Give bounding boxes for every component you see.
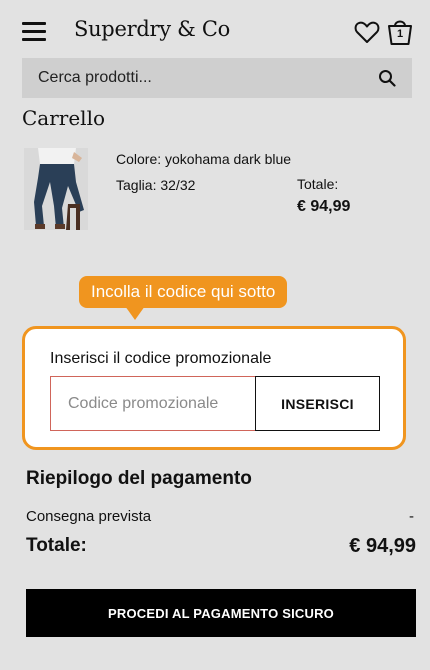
header: Superdry & Co 1 [0,0,430,58]
product-image[interactable] [24,148,88,230]
heart-icon[interactable] [354,20,380,44]
shopping-bag-button[interactable]: 1 [387,18,413,46]
promo-tooltip: Incolla il codice qui sotto [79,276,288,308]
promo-code-input[interactable]: Codice promozionale [50,376,256,431]
promo-code-placeholder: Codice promozionale [68,394,219,412]
apply-promo-button[interactable]: INSERISCI [255,376,380,431]
search-placeholder: Cerca prodotti... [38,69,152,86]
product-color: Colore: yokohama dark blue [116,151,292,167]
delivery-label: Consegna prevista [26,508,152,525]
delivery-value: - [409,508,414,525]
total-value: € 94,99 [349,535,416,557]
product-size: Taglia: 32/32 [116,177,196,193]
search-icon[interactable] [378,69,396,87]
promo-code-box: Inserisci il codice promozionale Codice … [22,326,406,450]
summary-title: Riepilogo del pagamento [26,468,252,489]
tooltip-arrow [125,306,145,320]
product-total-value: € 94,99 [297,198,351,215]
search-input[interactable]: Cerca prodotti... [22,58,412,98]
brand-logo[interactable]: Superdry & Co [74,17,230,41]
promo-code-label: Inserisci il codice promozionale [50,350,272,367]
page-title: Carrello [22,106,106,130]
bag-count-badge: 1 [396,28,404,40]
checkout-button[interactable]: PROCEDI AL PAGAMENTO SICURO [26,589,416,637]
menu-icon[interactable] [22,22,46,42]
product-total-label: Totale: [297,176,339,192]
total-label: Totale: [26,535,87,556]
